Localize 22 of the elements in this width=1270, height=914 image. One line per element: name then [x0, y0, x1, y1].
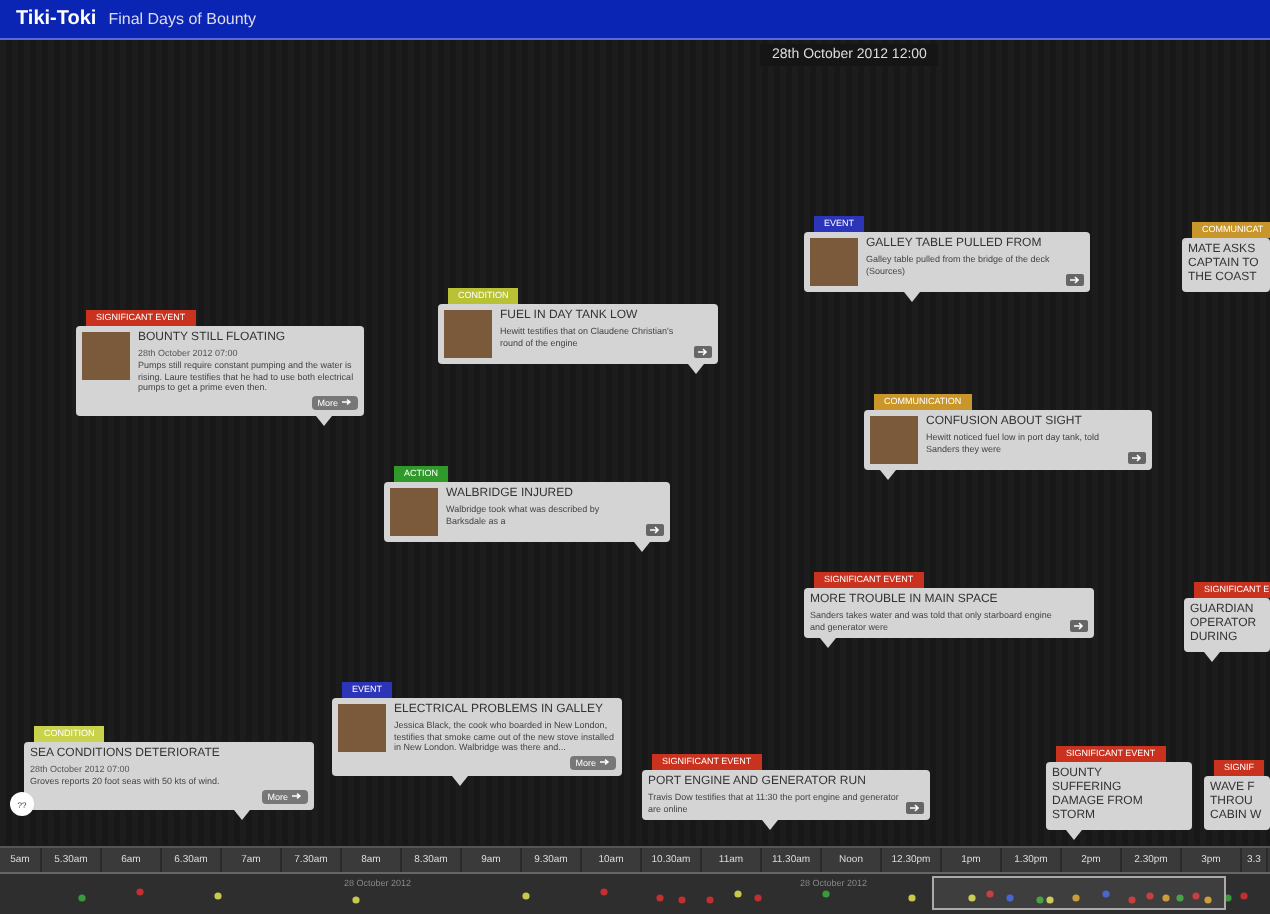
- viewport-frame[interactable]: [932, 876, 1226, 910]
- arrow-icon[interactable]: [906, 802, 924, 815]
- timeline-title: Final Days of Bounty: [108, 10, 257, 28]
- card-pointer: [880, 470, 896, 480]
- card-pointer: [634, 542, 650, 552]
- arrow-icon: [292, 792, 302, 801]
- arrow-icon[interactable]: [694, 346, 712, 358]
- arrow-icon: [342, 398, 352, 407]
- card-pointer: [762, 820, 778, 831]
- logo[interactable]: Tiki-Toki: [16, 8, 97, 30]
- arrow-icon[interactable]: [1070, 620, 1088, 633]
- card-pointer: [1204, 651, 1220, 662]
- arrow-icon: [600, 758, 610, 767]
- card-pointer: [820, 638, 836, 649]
- card-pointer: [316, 415, 332, 426]
- card-pointer: [452, 775, 468, 786]
- card-pointer: [234, 809, 250, 820]
- card-pointer: [688, 364, 704, 374]
- arrow-icon[interactable]: [1128, 452, 1146, 464]
- card-pointer: [904, 292, 920, 302]
- arrow-icon[interactable]: [1066, 274, 1084, 286]
- arrow-icon[interactable]: [646, 524, 664, 536]
